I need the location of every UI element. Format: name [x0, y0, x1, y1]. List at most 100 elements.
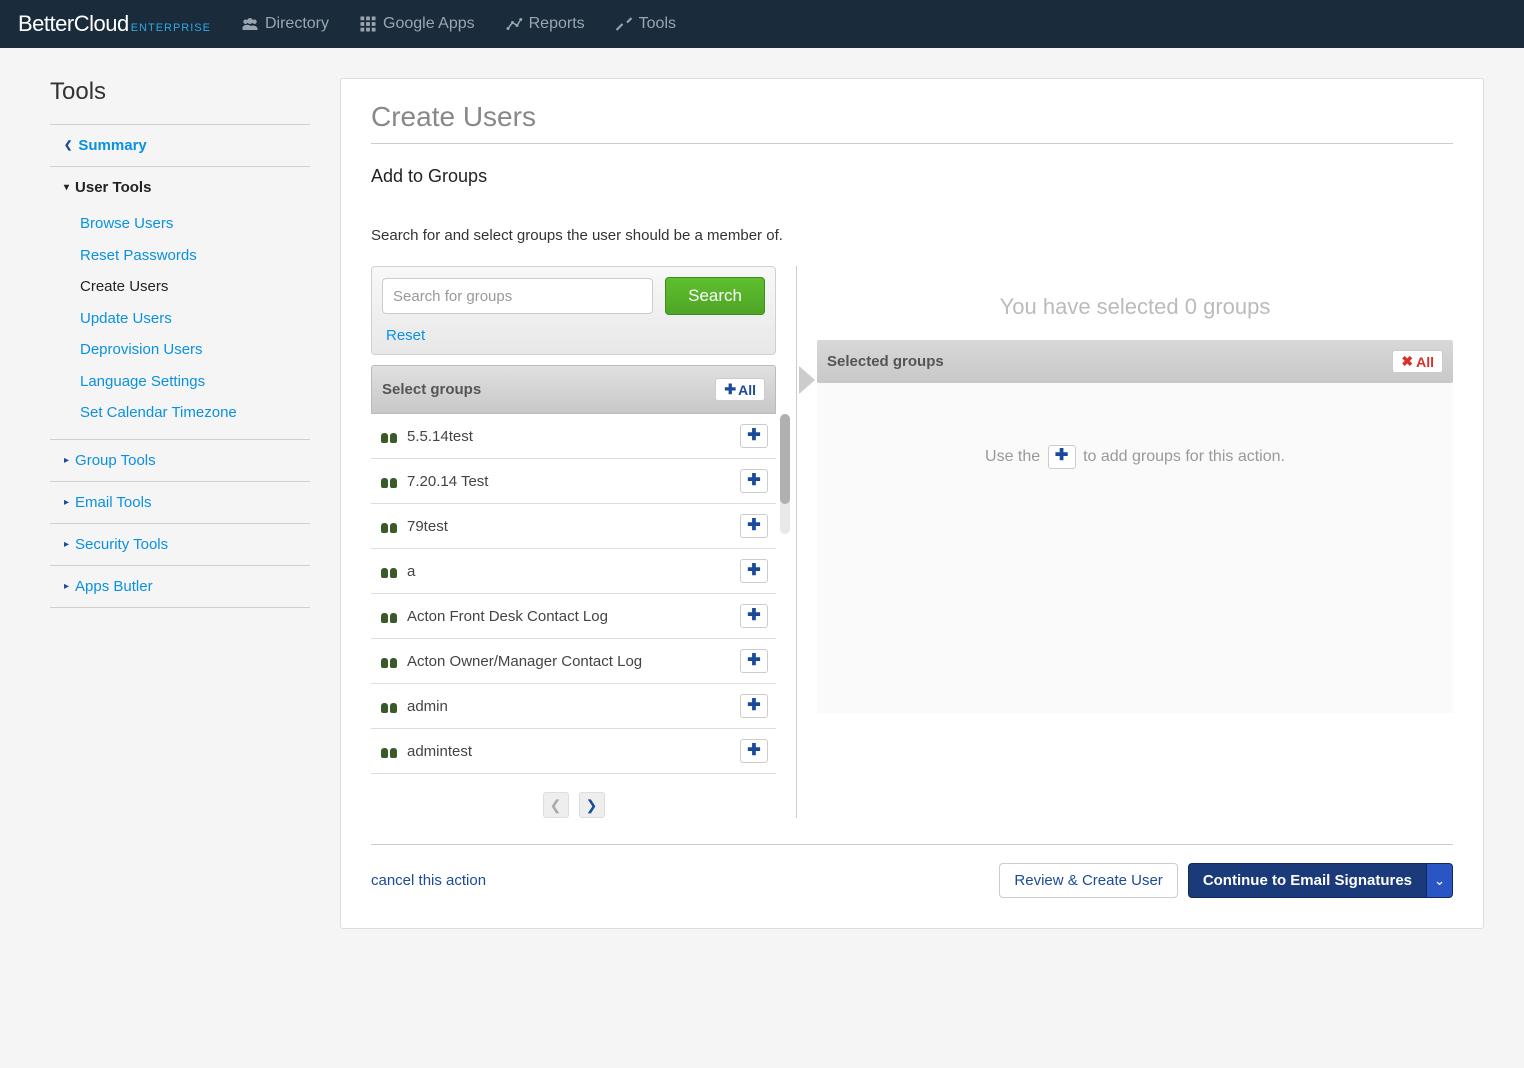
search-button[interactable]: Search — [665, 277, 765, 315]
sidebar-email-tools[interactable]: ▸ Email Tools — [50, 482, 310, 523]
sidebar-reset-passwords[interactable]: Reset Passwords — [50, 240, 310, 272]
group-row: admin ✚ — [371, 684, 776, 729]
sidebar-security-tools[interactable]: ▸ Security Tools — [50, 524, 310, 565]
group-row: admintest✚ — [371, 729, 776, 774]
chevron-right-icon: ❯ — [586, 797, 598, 814]
sidebar-title: Tools — [50, 78, 310, 106]
sidebar-summary[interactable]: ❮ Summary — [50, 125, 310, 166]
continue-button[interactable]: Continue to Email Signatures — [1188, 863, 1427, 898]
group-row: 7.20.14 Test ✚ — [371, 459, 776, 504]
add-group-button[interactable]: ✚ — [740, 694, 768, 718]
caret-right-icon: ▸ — [64, 497, 69, 508]
add-all-button[interactable]: ✚ All — [715, 378, 765, 401]
caret-right-icon: ▸ — [64, 539, 69, 550]
chevron-left-icon: ❮ — [550, 797, 562, 814]
sidebar-section-label: Group Tools — [75, 452, 156, 469]
group-name: Acton Owner/Manager Contact Log — [407, 653, 642, 670]
reset-link[interactable]: Reset — [386, 327, 425, 344]
group-name: admin — [407, 698, 448, 715]
sidebar-user-tools[interactable]: ▾ User Tools — [50, 167, 310, 208]
sidebar-group-tools[interactable]: ▸ Group Tools — [50, 440, 310, 481]
group-icon — [381, 744, 397, 758]
add-group-button[interactable]: ✚ — [740, 649, 768, 673]
instruction-text: Search for and select groups the user sh… — [371, 227, 1453, 244]
group-name: a — [407, 563, 415, 580]
caret-right-icon: ▸ — [64, 455, 69, 466]
group-row: a✚ — [371, 549, 776, 594]
caret-down-icon: ▾ — [64, 182, 69, 193]
hint-text-suffix: to add groups for this action. — [1083, 448, 1285, 465]
selected-count-message: You have selected 0 groups — [817, 294, 1453, 320]
footer: cancel this action Review & Create User … — [371, 844, 1453, 898]
nav-google-apps[interactable]: Google Apps — [359, 15, 475, 33]
top-nav: BetterCloud ENTERPRISE Directory Google … — [0, 0, 1524, 48]
sidebar-language-settings[interactable]: Language Settings — [50, 366, 310, 398]
plus-icon-hint: ✚ — [1048, 445, 1076, 469]
hint-text-prefix: Use the — [985, 448, 1045, 465]
group-name: 5.5.14test — [407, 428, 473, 445]
add-group-button[interactable]: ✚ — [740, 514, 768, 538]
nav-label: Google Apps — [383, 15, 475, 33]
selected-groups-body: Use the ✚ to add groups for this action. — [817, 383, 1453, 713]
sidebar-section-label: Email Tools — [75, 494, 151, 511]
sidebar-section-label: Apps Butler — [75, 578, 153, 595]
sidebar-browse-users[interactable]: Browse Users — [50, 208, 310, 240]
nav-label: Tools — [639, 15, 676, 33]
add-group-button[interactable]: ✚ — [740, 469, 768, 493]
group-icon — [381, 519, 397, 533]
page-title: Create Users — [371, 101, 1453, 144]
review-create-button[interactable]: Review & Create User — [999, 863, 1177, 898]
group-icon — [381, 474, 397, 488]
nav-directory[interactable]: Directory — [241, 15, 329, 33]
group-row: Acton Front Desk Contact Log✚ — [371, 594, 776, 639]
logo[interactable]: BetterCloud ENTERPRISE — [18, 11, 211, 37]
selected-groups-header: Selected groups ✖ All — [817, 340, 1453, 383]
group-icon — [381, 609, 397, 623]
sidebar-section-label: Security Tools — [75, 536, 168, 553]
pager: ❮ ❯ — [371, 792, 776, 818]
add-all-label: All — [738, 382, 756, 398]
section-title: Add to Groups — [371, 166, 1453, 187]
remove-all-button[interactable]: ✖ All — [1392, 350, 1443, 373]
nav-reports[interactable]: Reports — [505, 15, 585, 33]
grid-icon — [359, 15, 377, 33]
group-row: 5.5.14test ✚ — [371, 414, 776, 459]
sidebar-set-calendar-timezone[interactable]: Set Calendar Timezone — [50, 397, 310, 429]
add-group-button[interactable]: ✚ — [740, 559, 768, 583]
group-name: 7.20.14 Test — [407, 473, 488, 490]
selected-groups-title: Selected groups — [827, 353, 944, 370]
pager-next-button[interactable]: ❯ — [579, 792, 605, 818]
pager-prev-button[interactable]: ❮ — [543, 792, 569, 818]
caret-right-icon: ▸ — [64, 581, 69, 592]
sidebar: Tools ❮ Summary ▾ User Tools Browse User… — [50, 78, 310, 929]
select-groups-header: Select groups ✚ All — [371, 365, 776, 414]
sidebar-section-label: User Tools — [75, 179, 151, 196]
group-icon — [381, 654, 397, 668]
add-group-button[interactable]: ✚ — [740, 739, 768, 763]
nav-tools[interactable]: Tools — [615, 15, 676, 33]
add-group-button[interactable]: ✚ — [740, 424, 768, 448]
search-input[interactable] — [382, 278, 653, 314]
continue-dropdown-button[interactable]: ⌄ — [1427, 863, 1453, 898]
group-row: 79test ✚ — [371, 504, 776, 549]
groups-list: 5.5.14test✚7.20.14 Test✚79test✚a✚Acton F… — [371, 414, 776, 774]
chevron-down-icon: ⌄ — [1434, 873, 1445, 889]
logo-tier: ENTERPRISE — [131, 22, 211, 34]
group-row: Acton Owner/Manager Contact Log ✚ — [371, 639, 776, 684]
sidebar-update-users[interactable]: Update Users — [50, 303, 310, 335]
nav-label: Reports — [529, 15, 585, 33]
group-name: 79test — [407, 518, 448, 535]
add-group-button[interactable]: ✚ — [740, 604, 768, 628]
sidebar-create-users[interactable]: Create Users — [50, 271, 310, 303]
group-icon — [381, 699, 397, 713]
sidebar-summary-label: Summary — [78, 137, 146, 154]
plus-icon: ✚ — [724, 381, 736, 398]
cancel-link[interactable]: cancel this action — [371, 872, 486, 889]
arrow-right-icon — [799, 366, 815, 394]
scrollbar[interactable] — [780, 414, 790, 534]
tools-icon — [615, 15, 633, 33]
remove-all-label: All — [1416, 354, 1434, 370]
sidebar-apps-butler[interactable]: ▸ Apps Butler — [50, 566, 310, 607]
sidebar-deprovision-users[interactable]: Deprovision Users — [50, 334, 310, 366]
select-groups-title: Select groups — [382, 381, 481, 398]
